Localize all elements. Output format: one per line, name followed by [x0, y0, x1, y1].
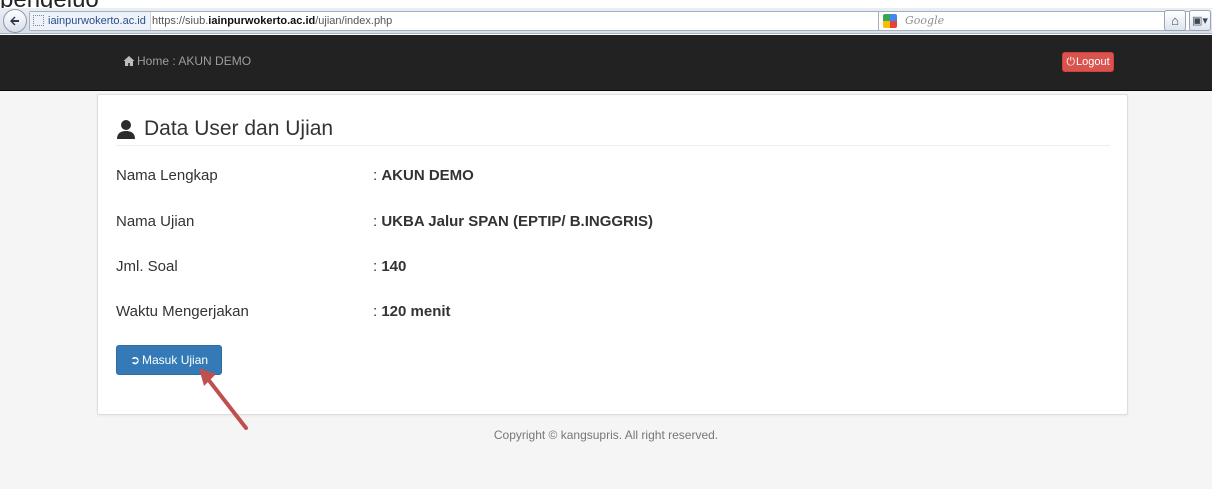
back-arrow-icon [10, 16, 19, 26]
row-value-text: 140 [381, 258, 407, 275]
user-icon [117, 120, 135, 139]
search-placeholder: Google [905, 14, 945, 27]
row-value-text: 120 menit [381, 303, 451, 320]
site-identity-label: iainpurwokerto.ac.id [48, 15, 146, 27]
search-bar[interactable]: Google ⚲ [878, 11, 1191, 31]
app-navbar: Home : AKUN DEMO ⏻ Logout [0, 35, 1212, 91]
bookmarks-menu-button[interactable]: ▣▾ [1189, 10, 1211, 31]
row-value-text: UKBA Jalur SPAN (EPTIP/ B.INGGRIS) [381, 213, 654, 230]
title-divider [116, 145, 1110, 146]
browser-toolbar: iainpurwokerto.ac.id https://siub.iainpu… [0, 8, 1212, 34]
footer-copyright: Copyright © kangsupris. All right reserv… [493, 428, 719, 442]
logout-label: Logout [1076, 56, 1110, 68]
logout-button[interactable]: ⏻ Logout [1062, 52, 1114, 72]
row-value-text: AKUN DEMO [381, 167, 474, 184]
row-value: : 140 [373, 258, 407, 275]
annotation-arrow-icon [199, 368, 248, 430]
row-label: Waktu Mengerjakan [116, 303, 249, 320]
bookmarks-icon: ▣▾ [1192, 15, 1208, 27]
row-value: : AKUN DEMO [373, 167, 474, 184]
nav-home-label: Home : AKUN DEMO [137, 54, 252, 68]
google-search-engine-icon[interactable] [883, 14, 897, 28]
url-domain: iainpurwokerto.ac.id [208, 15, 316, 27]
url-text[interactable]: https://siub.iainpurwokerto.ac.id/ujian/… [152, 12, 392, 30]
site-identity-icon [33, 15, 44, 26]
row-value: : UKBA Jalur SPAN (EPTIP/ B.INGGRIS) [373, 213, 654, 230]
home-icon [123, 56, 135, 66]
login-icon: ➲ [129, 353, 141, 367]
panel-heading: Data User dan Ujian [116, 117, 333, 141]
url-path: /ujian/index.php [315, 15, 393, 27]
row-label: Jml. Soal [116, 258, 178, 275]
site-identity-button[interactable]: iainpurwokerto.ac.id [30, 12, 151, 30]
browser-home-button[interactable]: ⌂ [1164, 10, 1186, 31]
address-bar[interactable]: iainpurwokerto.ac.id https://siub.iainpu… [29, 11, 973, 31]
row-label: Nama Lengkap [116, 167, 218, 184]
power-icon: ⏻ [1066, 55, 1076, 68]
back-button[interactable] [3, 9, 27, 33]
row-label: Nama Ujian [116, 213, 195, 230]
row-value: : 120 menit [373, 303, 451, 320]
house-icon: ⌂ [1171, 13, 1179, 28]
panel-title: Data User dan Ujian [144, 117, 334, 140]
nav-home-link[interactable]: Home : AKUN DEMO [123, 54, 251, 68]
url-prefix: https://siub. [152, 15, 209, 27]
